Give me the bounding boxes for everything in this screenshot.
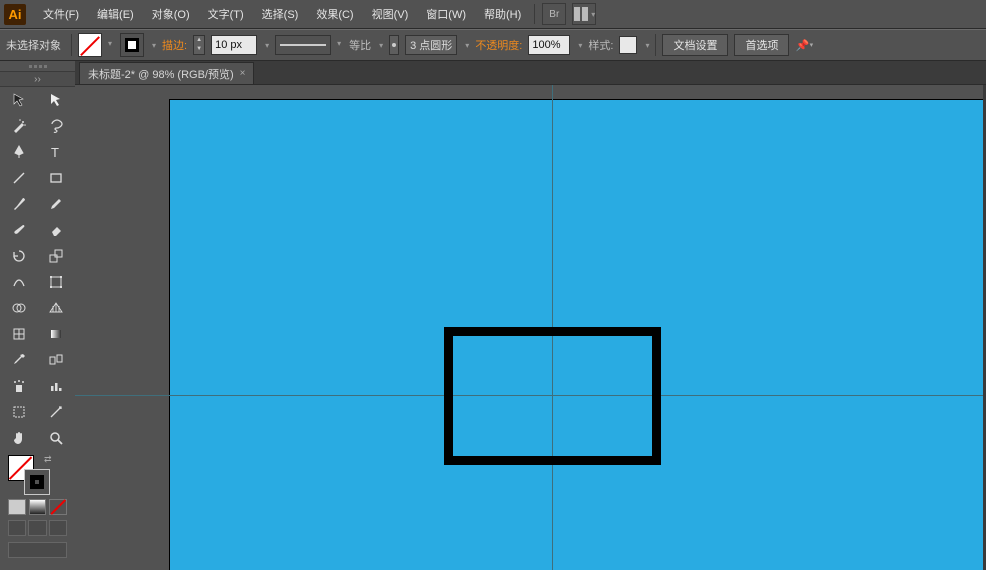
profile-label: 等比	[349, 37, 371, 53]
app-logo: Ai	[4, 4, 26, 25]
magic-wand-tool[interactable]	[0, 113, 38, 139]
draw-behind[interactable]	[28, 520, 46, 536]
tools-panel: ›› T	[0, 61, 75, 570]
paintbrush-tool[interactable]	[0, 191, 38, 217]
menu-object[interactable]: 对象(O)	[143, 0, 199, 29]
rectangle-tool[interactable]	[38, 165, 76, 191]
stroke-swatch[interactable]	[120, 33, 144, 57]
brush-label: 3 点圆形	[410, 37, 452, 53]
collapse-tools-button[interactable]: ››	[0, 71, 75, 87]
workspace: ›› T	[0, 61, 986, 570]
color-mode-solid[interactable]	[8, 499, 26, 515]
opacity-input[interactable]	[528, 35, 570, 55]
blend-tool[interactable]	[38, 347, 76, 373]
eyedropper-tool[interactable]	[0, 347, 38, 373]
menu-help[interactable]: 帮助(H)	[475, 0, 530, 29]
variable-width-profile[interactable]	[275, 35, 331, 55]
fill-swatch[interactable]	[78, 33, 102, 57]
bridge-button[interactable]: Br	[542, 3, 566, 25]
draw-modes-row	[0, 518, 75, 538]
arrange-icon	[573, 6, 589, 22]
swap-fill-stroke-icon[interactable]: ⇄	[44, 454, 52, 465]
symbol-sprayer-tool[interactable]	[0, 373, 38, 399]
document-tabstrip: 未标题-2* @ 98% (RGB/预览) ×	[75, 61, 986, 85]
lasso-tool[interactable]	[38, 113, 76, 139]
artboard-tool[interactable]	[0, 399, 38, 425]
menu-effect[interactable]: 效果(C)	[307, 0, 362, 29]
scale-tool[interactable]	[38, 243, 76, 269]
stroke-swatch-dropdown[interactable]	[150, 39, 156, 51]
profile-dropdown[interactable]	[377, 39, 383, 51]
eraser-tool[interactable]	[38, 217, 76, 243]
opacity-label[interactable]: 不透明度:	[475, 37, 522, 53]
menu-view[interactable]: 视图(V)	[363, 0, 418, 29]
color-mode-gradient[interactable]	[29, 499, 47, 515]
rectangle-shape[interactable]	[444, 327, 661, 465]
selection-tool[interactable]	[0, 87, 38, 113]
document-tab-title: 未标题-2* @ 98% (RGB/预览)	[88, 66, 234, 82]
style-label: 样式:	[588, 37, 613, 53]
gradient-tool[interactable]	[38, 321, 76, 347]
width-tool[interactable]	[0, 269, 38, 295]
document-setup-button[interactable]: 文档设置	[662, 34, 728, 56]
fill-stroke-block: ⇄	[0, 451, 75, 497]
free-transform-tool[interactable]	[38, 269, 76, 295]
slice-tool[interactable]	[38, 399, 76, 425]
stroke-weight-stepper[interactable]: ▲▼	[193, 35, 205, 55]
draw-inside[interactable]	[49, 520, 67, 536]
pin-control-bar-button[interactable]: 📌▾	[795, 35, 813, 55]
menu-type[interactable]: 文字(T)	[199, 0, 253, 29]
menu-window[interactable]: 窗口(W)	[417, 0, 475, 29]
selection-status: 未选择对象	[6, 37, 61, 53]
menu-edit[interactable]: 编辑(E)	[88, 0, 143, 29]
graphic-style-swatch[interactable]	[619, 36, 637, 54]
brush-dropdown[interactable]	[463, 39, 469, 51]
stroke-label[interactable]: 描边:	[162, 37, 187, 53]
blob-brush-tool[interactable]	[0, 217, 38, 243]
rotate-tool[interactable]	[0, 243, 38, 269]
column-graph-tool[interactable]	[38, 373, 76, 399]
stroke-swatch-inner	[125, 38, 139, 52]
opacity-dropdown[interactable]	[576, 39, 582, 51]
menubar: Ai 文件(F) 编辑(E) 对象(O) 文字(T) 选择(S) 效果(C) 视…	[0, 0, 986, 29]
separator	[655, 34, 656, 56]
canvas[interactable]	[75, 85, 986, 570]
zoom-tool[interactable]	[38, 425, 76, 451]
stroke-weight-dropdown[interactable]	[263, 39, 269, 51]
draw-normal[interactable]	[8, 520, 26, 536]
type-tool[interactable]: T	[38, 139, 76, 165]
tools-grid: T	[0, 87, 75, 451]
panel-grip[interactable]	[0, 61, 75, 71]
control-bar: 未选择对象 描边: ▲▼ 等比 3 点圆形 不透明度: 样式: 文档设置 首选项…	[0, 29, 986, 61]
menu-file[interactable]: 文件(F)	[34, 0, 88, 29]
mesh-tool[interactable]	[0, 321, 38, 347]
color-mode-row	[0, 499, 75, 515]
pen-tool[interactable]	[0, 139, 38, 165]
stroke-indicator[interactable]	[24, 469, 50, 495]
brush-dot-icon	[389, 35, 399, 55]
document-area: 未标题-2* @ 98% (RGB/预览) ×	[75, 61, 986, 570]
graphic-style-dropdown[interactable]	[643, 39, 649, 51]
preferences-button[interactable]: 首选项	[734, 34, 789, 56]
pencil-tool[interactable]	[38, 191, 76, 217]
color-mode-none[interactable]	[49, 499, 67, 515]
svg-text:T: T	[51, 145, 59, 160]
line-segment-tool[interactable]	[0, 165, 38, 191]
stroke-weight-input[interactable]	[211, 35, 257, 55]
document-tab[interactable]: 未标题-2* @ 98% (RGB/预览) ×	[79, 62, 254, 84]
screen-mode-row	[0, 540, 75, 560]
menu-select[interactable]: 选择(S)	[253, 0, 308, 29]
shape-builder-tool[interactable]	[0, 295, 38, 321]
screen-mode-button[interactable]	[8, 542, 67, 558]
separator	[534, 4, 535, 24]
arrange-documents-button[interactable]	[572, 3, 596, 25]
direct-selection-tool[interactable]	[38, 87, 76, 113]
close-tab-icon[interactable]: ×	[240, 68, 246, 79]
brush-definition[interactable]: 3 点圆形	[405, 35, 457, 55]
separator	[71, 34, 72, 56]
perspective-grid-tool[interactable]	[38, 295, 76, 321]
hand-tool[interactable]	[0, 425, 38, 451]
